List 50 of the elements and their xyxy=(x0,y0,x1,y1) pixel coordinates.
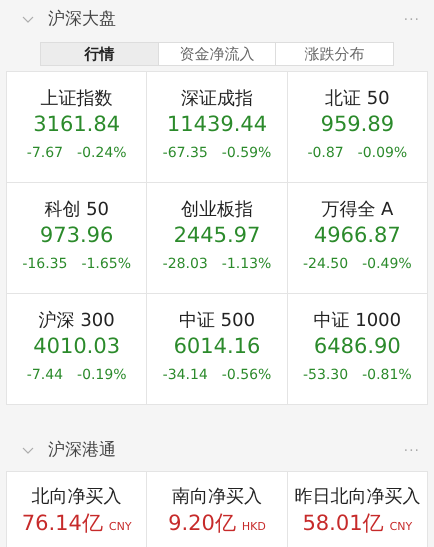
index-name: 中证 1000 xyxy=(314,310,402,332)
currency-unit: HKD xyxy=(242,519,266,535)
index-name: 沪深 300 xyxy=(38,310,115,332)
change-value: -34.14 xyxy=(162,366,208,385)
index-name: 深证成指 xyxy=(180,88,253,110)
index-name: 北证 50 xyxy=(325,88,390,110)
change-value: -7.67 xyxy=(26,144,64,163)
index-value: 2445.97 xyxy=(174,222,260,249)
index-name: 万得全 A xyxy=(321,199,394,221)
change-percent: -1.13% xyxy=(222,255,272,274)
change-percent: -0.56% xyxy=(222,366,272,385)
change-percent: -0.49% xyxy=(362,255,412,274)
change-value: -24.50 xyxy=(302,255,348,274)
index-value: 11439.44 xyxy=(166,111,268,138)
flow-label: 北向净买入 xyxy=(32,486,122,508)
change-percent: -0.59% xyxy=(222,144,272,163)
index-value: 973.96 xyxy=(40,222,114,249)
index-name: 上证指数 xyxy=(40,88,113,110)
change-percent: -1.65% xyxy=(81,255,131,274)
index-value: 4010.03 xyxy=(33,333,120,360)
index-name: 中证 500 xyxy=(178,310,256,332)
tab[interactable]: 行情 xyxy=(41,43,159,65)
chevron-down-icon[interactable] xyxy=(22,447,34,455)
change-percent: -0.09% xyxy=(358,144,408,163)
change-value: -67.35 xyxy=(162,144,208,163)
change-value: -28.03 xyxy=(162,255,208,274)
currency-unit: CNY xyxy=(390,519,412,535)
change-percent: -0.81% xyxy=(362,366,412,385)
index-name: 科创 50 xyxy=(44,199,109,221)
index-value: 959.89 xyxy=(320,111,394,138)
flow-label: 昨日北向净买入 xyxy=(294,486,420,508)
change-percent: -0.24% xyxy=(77,144,127,163)
flow-amount: 76.14亿 xyxy=(22,510,103,537)
change-value: -0.87 xyxy=(307,144,344,163)
change-percent: -0.19% xyxy=(77,366,127,385)
index-value: 6014.16 xyxy=(174,333,260,360)
flow-amount: 9.20亿 xyxy=(168,510,236,537)
index-value: 6486.90 xyxy=(314,333,401,360)
change-value: -16.35 xyxy=(22,255,68,274)
index-name: 创业板指 xyxy=(180,199,253,221)
chevron-down-icon[interactable] xyxy=(22,16,34,24)
index-value: 4966.87 xyxy=(314,222,401,249)
change-value: -7.44 xyxy=(26,366,64,385)
index-value: 3161.84 xyxy=(33,111,120,138)
currency-unit: CNY xyxy=(108,519,132,535)
flow-label: 南向净买入 xyxy=(172,486,262,508)
section-title: 沪深港通 xyxy=(48,439,116,462)
section-title: 沪深大盘 xyxy=(48,8,116,32)
flow-amount: 58.01亿 xyxy=(302,510,384,537)
change-value: -53.30 xyxy=(302,366,348,385)
